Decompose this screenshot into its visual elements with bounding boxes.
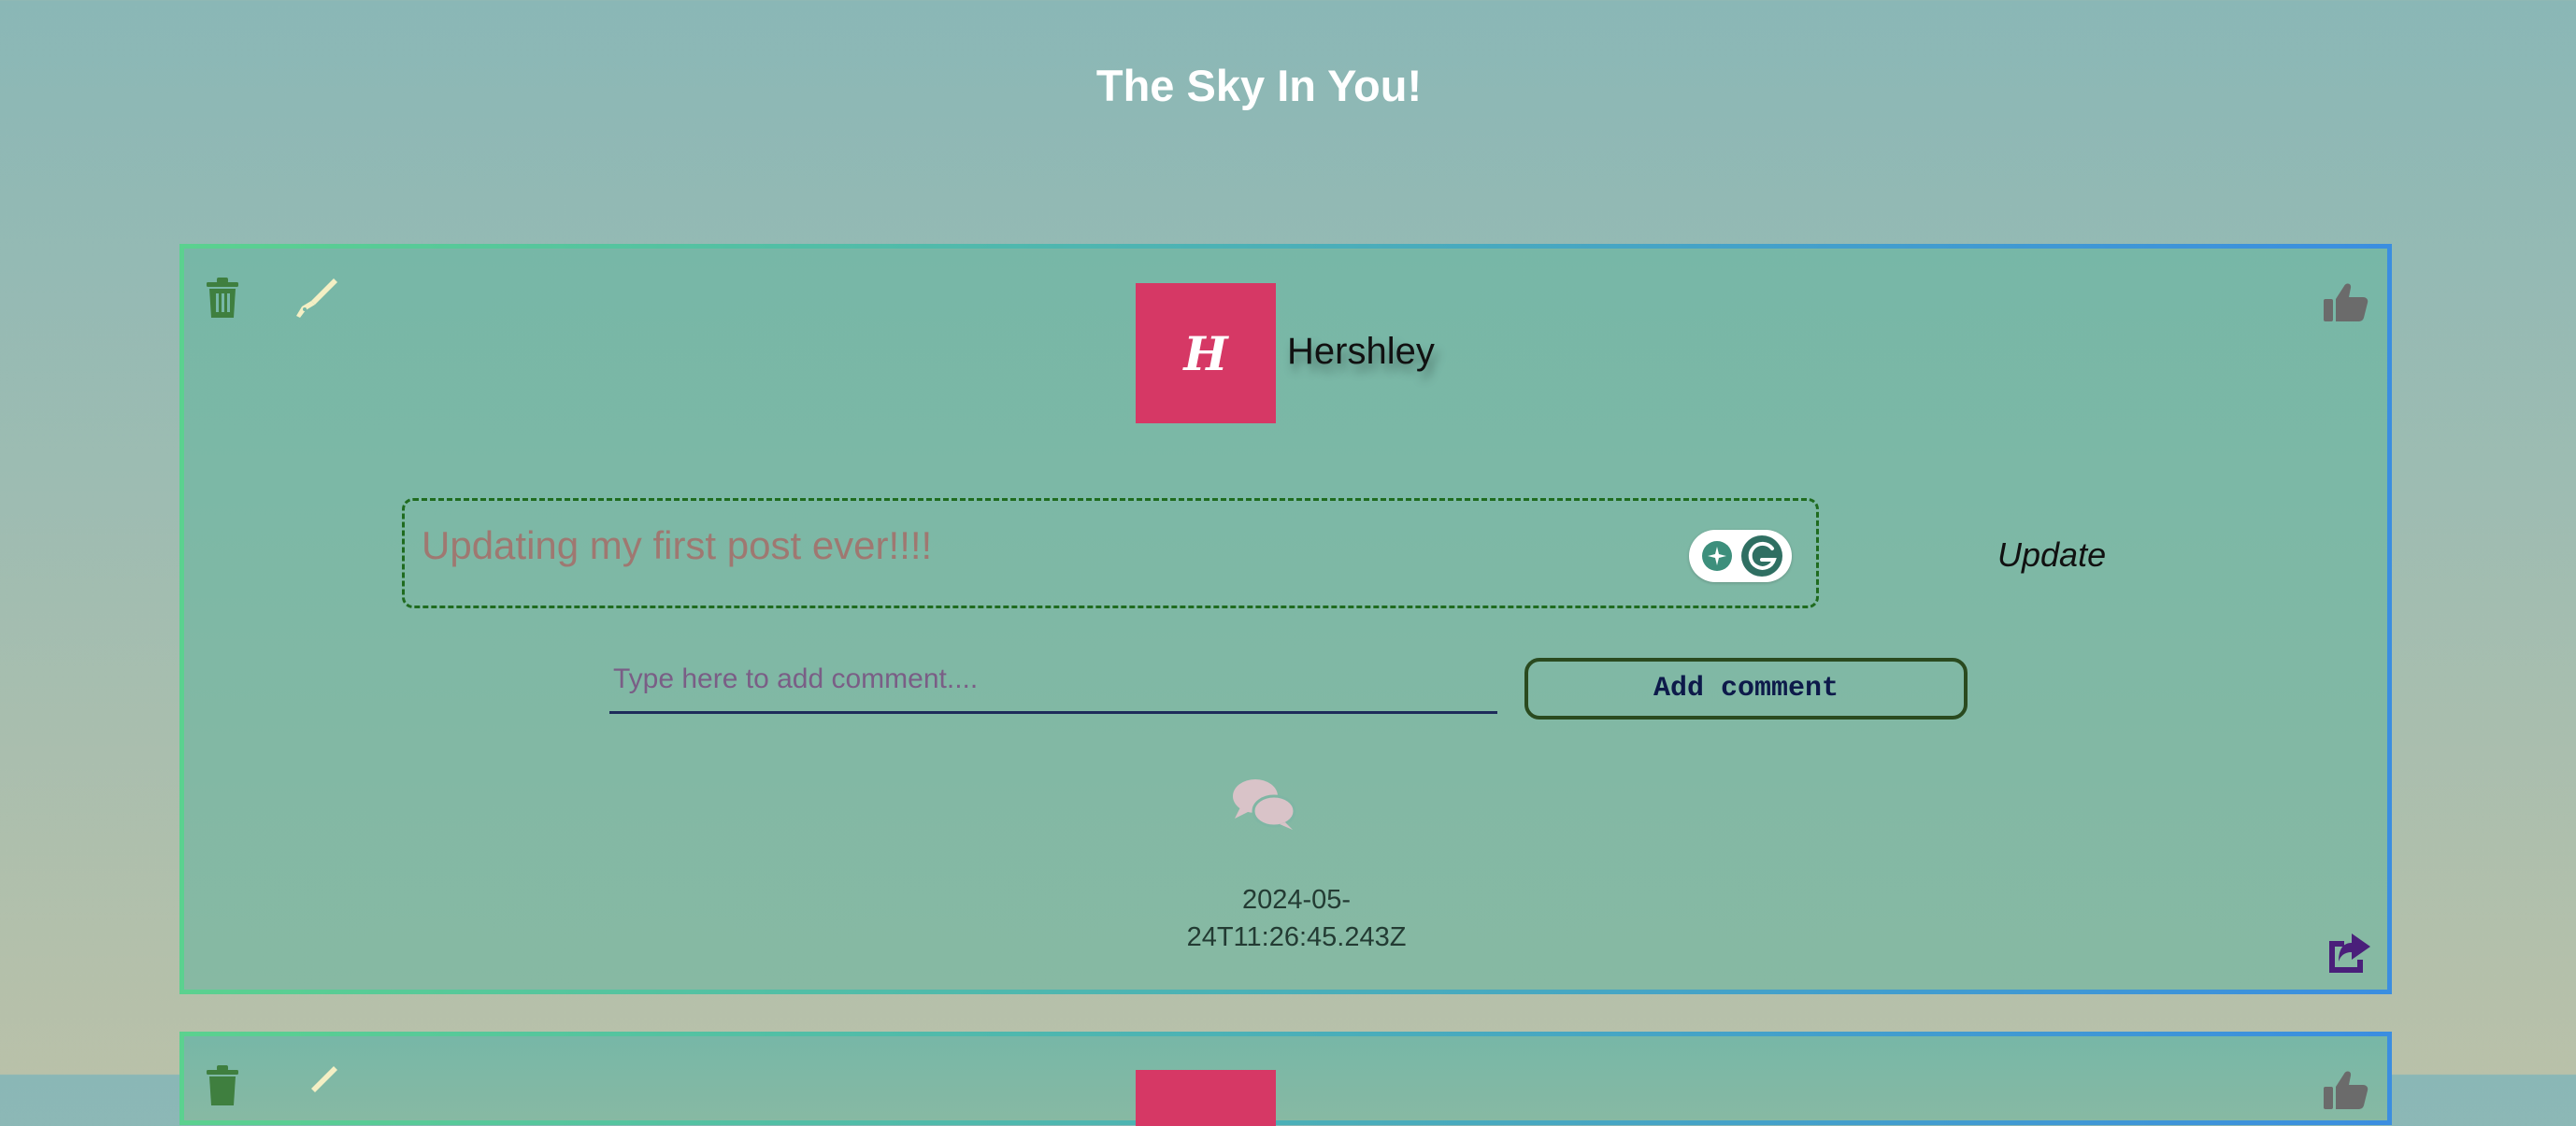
share-icon[interactable] [2324, 932, 2372, 975]
post-content-field[interactable]: Updating my first post ever!!!! [402, 498, 1819, 608]
avatar: H [1136, 283, 1276, 423]
update-button[interactable]: Update [1997, 535, 2106, 575]
author-name: Hershley [1287, 331, 1435, 372]
thumbs-up-icon[interactable] [2324, 282, 2368, 323]
timestamp-line-1: 2024-05- [1241, 885, 1352, 915]
trash-icon[interactable] [205, 1064, 240, 1107]
post-content-text[interactable]: Updating my first post ever!!!! [422, 523, 932, 568]
trash-icon[interactable] [205, 277, 240, 320]
thumbs-up-icon[interactable] [2324, 1070, 2368, 1111]
timestamp-line-2: 24T11:26:45.243Z [1186, 922, 1407, 952]
post-card [179, 1032, 2392, 1126]
add-comment-button[interactable]: Add comment [1524, 658, 1968, 720]
post-timestamp: 2024-05- 24T11:26:45.243Z [1119, 881, 1474, 956]
comment-input[interactable] [609, 647, 1497, 714]
page-title: The Sky In You! [1095, 61, 1423, 110]
grammarly-widget[interactable] [1689, 530, 1792, 582]
pen-icon[interactable] [293, 277, 337, 320]
pen-icon[interactable] [293, 1064, 337, 1107]
comments-icon[interactable] [1231, 777, 1296, 830]
avatar [1136, 1070, 1276, 1126]
avatar-initial: H [1183, 325, 1228, 381]
post-card: H Hershley Updating my first post ever!!… [179, 244, 2392, 994]
grammarly-suggestion-icon[interactable] [1689, 530, 1792, 582]
